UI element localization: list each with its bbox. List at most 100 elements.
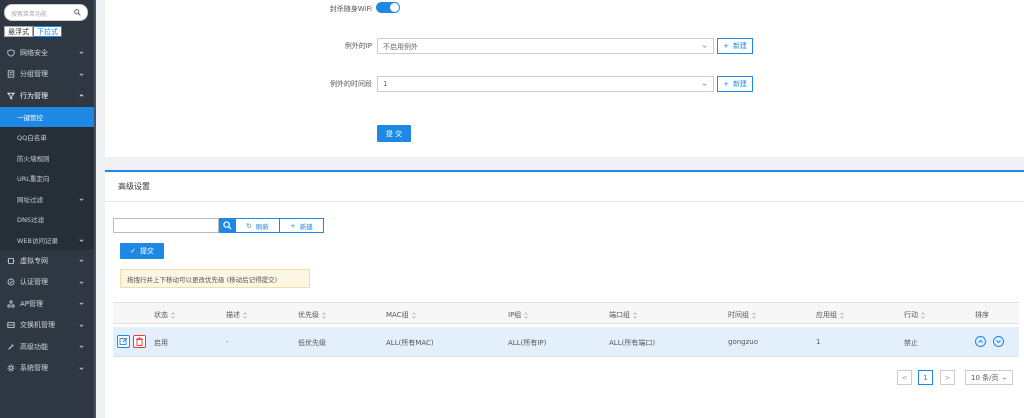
new-button-label: 新建 — [732, 42, 747, 50]
menu-search-input[interactable]: 搜索菜单功能 — [11, 9, 47, 18]
plus-icon: + — [723, 80, 729, 88]
divider — [105, 201, 1024, 202]
cell-port-group: ALL(所有端口) — [609, 339, 656, 347]
list-icon — [7, 70, 15, 78]
menu-search-box[interactable]: 搜索菜单功能 — [4, 4, 88, 21]
sidebar-item-auth-management[interactable]: 认证管理 — [0, 272, 94, 294]
exception-time-value: 1 — [383, 80, 388, 88]
sidebar-item-label: 网络安全 — [20, 48, 48, 57]
chevron-up-icon — [79, 94, 84, 97]
column-header-port-group[interactable]: 端口组 — [609, 310, 637, 320]
drag-priority-notice: 拖拽行并上下移动可以更改优先级 (移动后记得提交) — [120, 269, 310, 288]
filter-icon — [7, 92, 15, 100]
sidebar-item-group-management[interactable]: 分组管理 — [0, 64, 94, 86]
sidebar-item-label: 认证管理 — [20, 278, 48, 287]
delete-rule-button[interactable] — [133, 335, 146, 348]
column-header-status[interactable]: 状态 — [154, 310, 175, 320]
sort-icon — [921, 311, 925, 319]
notice-text: 拖拽行并上下移动可以更改优先级 (移动后记得提交) — [127, 275, 278, 284]
refresh-button[interactable]: ↻ 刷新 — [235, 218, 280, 233]
page-size-select[interactable]: 10 条/页 — [965, 370, 1013, 385]
page-size-value: 10 条/页 — [971, 373, 999, 382]
column-header-app-group[interactable]: 应用组 — [816, 310, 844, 320]
plus-icon: + — [723, 42, 729, 50]
column-header-order: 排序 — [975, 311, 989, 319]
sidebar-item-label: 高级功能 — [20, 342, 48, 351]
prev-page-button[interactable]: < — [897, 370, 912, 385]
chevron-down-icon — [79, 197, 84, 201]
sidebar-item-switch-management[interactable]: 交换机管理 — [0, 315, 94, 337]
sidebar-item-network-security[interactable]: 网络安全 — [0, 42, 94, 64]
wifi-block-toggle[interactable] — [376, 2, 400, 13]
chevron-down-icon — [79, 302, 84, 305]
chevron-down-icon — [79, 72, 84, 76]
sort-icon — [840, 311, 844, 319]
sidebar-subitem-label: DNS过滤 — [17, 216, 44, 225]
page-1-button[interactable]: 1 — [918, 370, 933, 385]
table-row[interactable]: 启用 - 低优先级 ALL(所有MAC) ALL(所有IP) ALL(所有端口)… — [113, 327, 1019, 357]
sidebar-scroll-edge — [94, 0, 96, 418]
header-label: 应用组 — [816, 311, 837, 319]
rule-search-button[interactable] — [219, 218, 235, 233]
form-submit-button[interactable]: 提 交 — [377, 125, 411, 142]
search-icon — [223, 221, 232, 230]
sidebar-subitem-qq-whitelist[interactable]: QQ白名单 — [0, 127, 94, 148]
sidebar-item-label: 交换机管理 — [20, 321, 55, 330]
sidebar-subitem-label: QQ白名单 — [17, 134, 47, 143]
exception-time-select[interactable]: 1 — [377, 76, 714, 92]
sidebar-item-ap-management[interactable]: AP管理 — [0, 293, 94, 315]
sidebar-item-vpn[interactable]: 虚拟专网 — [0, 250, 94, 272]
mode-dropdown-button[interactable]: 下拉式 — [33, 26, 62, 37]
column-header-description[interactable]: 描述 — [226, 310, 247, 320]
column-header-action[interactable]: 行动 — [904, 310, 925, 320]
plus-icon: + — [290, 221, 296, 230]
advanced-settings-panel — [105, 170, 1024, 418]
trash-icon — [136, 337, 143, 346]
sidebar-subitem-dns-filter[interactable]: DNS过滤 — [0, 209, 94, 230]
new-ip-exception-button[interactable]: + 新建 — [717, 38, 753, 54]
refresh-icon: ↻ — [246, 221, 252, 230]
next-page-button[interactable]: > — [940, 370, 955, 385]
sidebar-subitem-firewall-rules[interactable]: 防火墙规则 — [0, 148, 94, 169]
sidebar-subitem-label: WEB访问记录 — [17, 236, 58, 245]
cell-priority: 低优先级 — [298, 339, 326, 347]
sort-icon — [243, 311, 247, 319]
edit-rule-button[interactable] — [117, 335, 130, 348]
header-label: 时间组 — [728, 311, 749, 319]
column-header-mac-group[interactable]: MAC组 — [386, 310, 416, 320]
chevron-down-icon — [702, 83, 707, 86]
chevron-down-icon — [79, 51, 84, 54]
sidebar-item-system-management[interactable]: 系统管理 — [0, 358, 94, 380]
sidebar-subitem-web-access-log[interactable]: WEB访问记录 — [0, 230, 94, 251]
column-header-ip-group[interactable]: IP组 — [508, 310, 529, 320]
new-time-exception-button[interactable]: + 新建 — [717, 76, 753, 92]
sidebar-item-label: 行为管理 — [20, 91, 48, 100]
rule-search-input[interactable] — [113, 218, 219, 233]
sort-icon — [524, 311, 529, 319]
search-icon[interactable] — [74, 9, 81, 16]
sidebar-item-behavior-management[interactable]: 行为管理 — [0, 85, 94, 107]
cell-time-group: gongzuo — [728, 338, 758, 346]
mode-float-button[interactable]: 悬浮式 — [4, 26, 33, 37]
ap-icon — [7, 300, 15, 308]
sidebar-item-advanced-features[interactable]: 高级功能 — [0, 336, 94, 358]
sidebar-subitem-one-click-control[interactable]: 一键管控 — [0, 106, 94, 127]
exception-ip-value: 不启用例外 — [383, 43, 418, 51]
add-rule-button[interactable]: + 新建 — [279, 218, 324, 233]
exception-ip-select[interactable]: 不启用例外 — [377, 38, 714, 54]
exception-time-label: 例外的时间段 — [330, 80, 372, 88]
column-header-time-group[interactable]: 时间组 — [728, 310, 756, 320]
advanced-submit-button[interactable]: ✓ 提交 — [120, 243, 164, 259]
column-header-priority[interactable]: 优先级 — [298, 310, 326, 320]
sort-icon — [171, 311, 175, 319]
wifi-block-label: 封杀随身WiFi — [329, 5, 372, 13]
sidebar-subitem-url-redirect[interactable]: URL重定向 — [0, 168, 94, 189]
move-up-button[interactable] — [975, 336, 986, 347]
move-down-button[interactable] — [993, 336, 1004, 347]
sidebar-subitem-label: 一键管控 — [17, 113, 43, 122]
advanced-submit-label: 提交 — [139, 247, 154, 255]
sidebar-item-label: 虚拟专网 — [20, 256, 48, 265]
sidebar-subitem-url-filter[interactable]: 网址过滤 — [0, 189, 94, 210]
chevron-down-icon — [79, 238, 84, 242]
header-label: 描述 — [226, 311, 240, 319]
